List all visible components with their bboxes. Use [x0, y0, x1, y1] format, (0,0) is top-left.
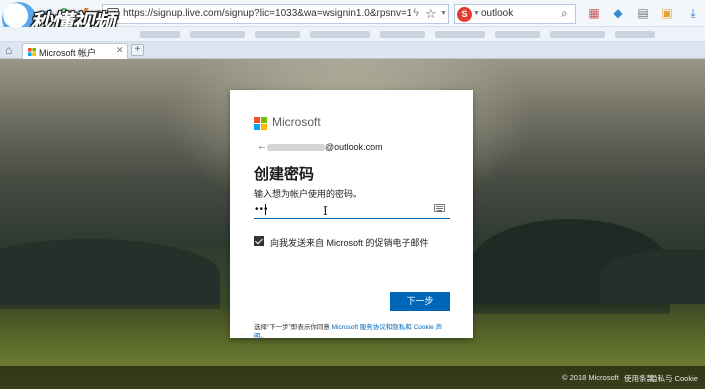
favorite-item[interactable]	[380, 31, 425, 38]
promo-email-label[interactable]: 向我发送来自 Microsoft 的促销电子邮件	[270, 236, 429, 249]
tab-bar: ⌂ Microsoft 帐户 ✕ +	[0, 42, 705, 59]
new-tab-button[interactable]: +	[131, 44, 144, 56]
search-icon[interactable]: ⌕	[561, 6, 568, 21]
search-engine-dropdown-icon[interactable]: ▼	[473, 10, 480, 17]
background-mountain	[0, 239, 220, 309]
favorite-item[interactable]	[190, 31, 245, 38]
next-button[interactable]: 下一步	[390, 292, 450, 311]
text-cursor-icon: I	[323, 204, 328, 218]
email-username-redacted	[267, 144, 325, 151]
password-prompt: 输入想为帐户使用的密码。	[254, 189, 363, 199]
terms-prefix: 选择“下一步”即表示你同意	[254, 324, 332, 331]
page-background: Microsoft ← @outlook.com 创建密码 输入想为帐户使用的密…	[0, 59, 705, 389]
tab-title: Microsoft 帐户	[39, 48, 97, 58]
toolbar-extension-icon[interactable]: ▦	[587, 6, 601, 20]
email-domain: @outlook.com	[325, 142, 383, 152]
terms-suffix: 。	[260, 333, 268, 340]
favorite-item[interactable]	[550, 31, 605, 38]
favorite-item[interactable]	[435, 31, 485, 38]
search-engine-icon[interactable]: S	[457, 7, 472, 22]
lightning-icon[interactable]: ϟ	[413, 7, 419, 19]
page-title: 创建密码	[254, 166, 315, 183]
close-tab-icon[interactable]: ✕	[116, 45, 124, 56]
footer-copyright: © 2018 Microsoft	[562, 373, 619, 382]
microsoft-favicon-icon	[28, 48, 36, 56]
tab-microsoft-account[interactable]: Microsoft 帐户 ✕	[22, 43, 128, 59]
back-arrow-icon[interactable]: ←	[257, 141, 267, 152]
favorite-item[interactable]	[615, 31, 655, 38]
star-icon[interactable]: ☆	[425, 6, 437, 22]
search-input[interactable]: outlook	[481, 8, 513, 19]
favorite-item[interactable]	[310, 31, 370, 38]
keyboard-icon[interactable]	[434, 204, 445, 212]
microsoft-wordmark: Microsoft	[272, 115, 321, 129]
toolbar-extension-icon[interactable]: ▤	[636, 6, 650, 20]
address-dropdown-icon[interactable]: ▼	[440, 10, 447, 17]
favorite-item[interactable]	[495, 31, 540, 38]
toolbar-extension-icon[interactable]: ▣	[660, 6, 674, 20]
address-url[interactable]: https://signup.live.com/signup?lic=1033&…	[123, 8, 411, 19]
favorite-item[interactable]	[255, 31, 300, 38]
password-input[interactable]: •••	[254, 201, 450, 219]
address-bar[interactable]: ✓ https://signup.live.com/signup?lic=103…	[102, 4, 449, 24]
promo-email-checkbox[interactable]	[254, 236, 264, 246]
footer-privacy-link[interactable]: 隐私与 Cookie	[650, 373, 698, 384]
search-box[interactable]: S ▼ outlook ⌕	[454, 4, 576, 24]
text-caret	[265, 204, 266, 215]
create-password-card: Microsoft ← @outlook.com 创建密码 输入想为帐户使用的密…	[230, 90, 473, 341]
favorites-bar	[0, 27, 705, 42]
toolbar-extension-icon[interactable]: ◆	[611, 6, 625, 20]
password-value[interactable]: •••	[255, 204, 269, 215]
terms-notice: 选择“下一步”即表示你同意 Microsoft 服务协议和隐私和 Cookie …	[254, 323, 452, 341]
microsoft-logo-icon	[254, 117, 268, 131]
page-footer: © 2018 Microsoft 使用条款 隐私与 Cookie	[0, 366, 705, 389]
favorite-item[interactable]	[140, 31, 180, 38]
home-icon[interactable]: ⌂	[5, 43, 12, 57]
download-icon[interactable]: ⤓	[686, 6, 700, 20]
